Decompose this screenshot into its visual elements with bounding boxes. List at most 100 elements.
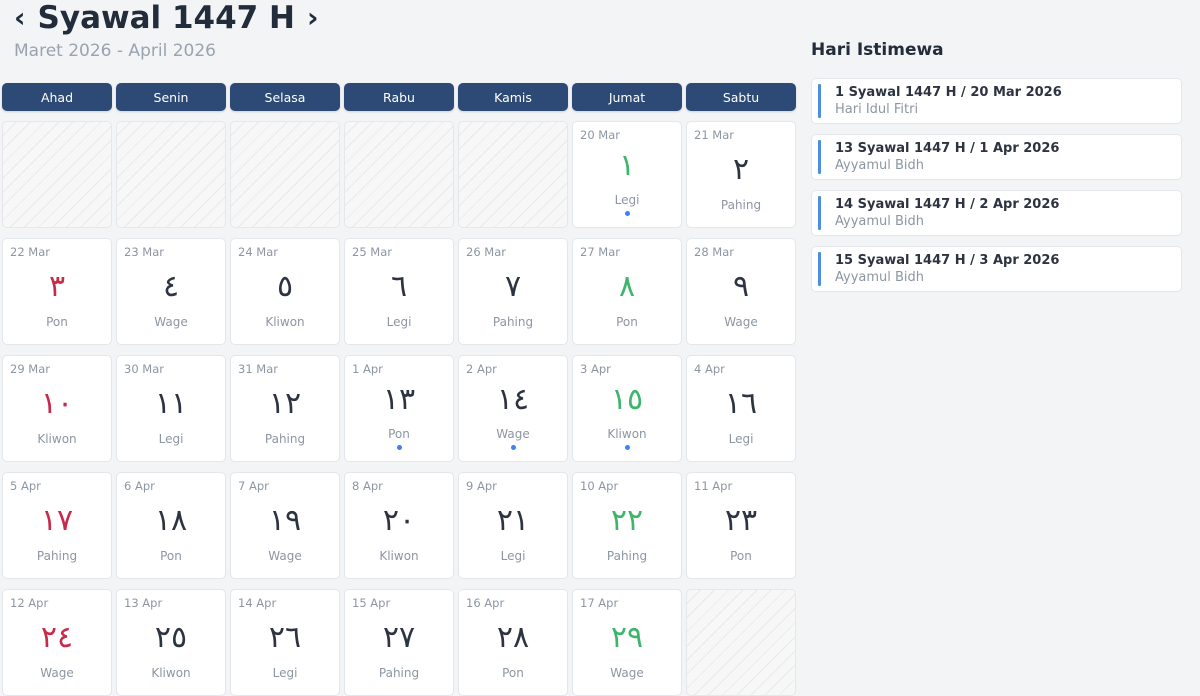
hijri-day-number: ١٧ — [40, 503, 74, 538]
hijri-day-number: ٦ — [390, 269, 408, 304]
day-cell[interactable]: 25 Mar ٦ Legi — [344, 238, 454, 345]
day-cell[interactable]: 27 Mar ٨ Pon — [572, 238, 682, 345]
day-cell[interactable]: 9 Apr ٢١ Legi — [458, 472, 568, 579]
pasaran-label: Pahing — [492, 315, 534, 329]
hijri-day-number: ٢٧ — [382, 620, 416, 655]
pasaran-label: Legi — [386, 315, 412, 329]
gregorian-date: 10 Apr — [580, 479, 619, 493]
hijri-day-number: ٢٢ — [610, 503, 644, 538]
special-day-name: Hari Idul Fitri — [835, 102, 919, 117]
day-cell[interactable]: 4 Apr ١٦ Legi — [686, 355, 796, 462]
gregorian-date: 23 Mar — [124, 245, 164, 259]
day-cell[interactable]: 29 Mar ١٠ Kliwon — [2, 355, 112, 462]
pasaran-label: Kliwon — [37, 432, 77, 446]
gregorian-date: 4 Apr — [694, 362, 725, 376]
accent-bar — [818, 252, 821, 286]
next-month-arrow-icon[interactable]: › — [307, 0, 319, 36]
pasaran-label: Legi — [500, 549, 526, 563]
gregorian-range: Maret 2026 - April 2026 — [14, 41, 216, 61]
day-cell[interactable]: 13 Apr ٢٥ Kliwon — [116, 589, 226, 696]
day-cell[interactable]: 31 Mar ١٢ Pahing — [230, 355, 340, 462]
hijri-day-number: ٢٤ — [40, 620, 74, 655]
special-day-item[interactable]: 1 Syawal 1447 H / 20 Mar 2026 Hari Idul F… — [811, 78, 1182, 124]
pasaran-label: Legi — [158, 432, 184, 446]
event-dot-icon — [510, 445, 516, 450]
prev-month-arrow-icon[interactable]: ‹ — [14, 0, 26, 36]
gregorian-date: 14 Apr — [238, 596, 277, 610]
special-days-title: Hari Istimewa — [811, 40, 944, 60]
special-day-item[interactable]: 15 Syawal 1447 H / 3 Apr 2026 Ayyamul Bid… — [811, 246, 1182, 292]
hijri-day-number: ٢٥ — [154, 620, 188, 655]
pasaran-label: Wage — [724, 315, 758, 329]
hijri-day-number: ٢٨ — [496, 620, 530, 655]
day-cell[interactable]: 3 Apr ١٥ Kliwon — [572, 355, 682, 462]
pasaran-label: Pahing — [264, 432, 306, 446]
pasaran-label: Wage — [40, 666, 74, 680]
day-cell[interactable]: 23 Mar ٤ Wage — [116, 238, 226, 345]
calendar-header: ‹ Syawal 1447 H › Maret 2026 - April 202… — [14, 0, 319, 61]
event-dot-icon — [396, 445, 402, 450]
gregorian-date: 13 Apr — [124, 596, 163, 610]
weekday-header: Jumat — [572, 83, 682, 111]
day-cell[interactable]: 16 Apr ٢٨ Pon — [458, 589, 568, 696]
gregorian-date: 28 Mar — [694, 245, 734, 259]
gregorian-date: 8 Apr — [352, 479, 383, 493]
empty-day-cell — [230, 121, 340, 228]
calendar-grid: 20 Mar ١ Legi 21 Mar ٢ Pahing 22 Mar ٣ Pon 23 Mar… — [2, 121, 796, 696]
hijri-day-number: ٢١ — [496, 503, 530, 538]
pasaran-label: Pahing — [720, 198, 762, 212]
hijri-day-number: ١٤ — [496, 382, 530, 417]
hijri-day-number: ٢٦ — [268, 620, 302, 655]
day-cell[interactable]: 22 Mar ٣ Pon — [2, 238, 112, 345]
day-cell[interactable]: 20 Mar ١ Legi — [572, 121, 682, 228]
day-cell[interactable]: 14 Apr ٢٦ Legi — [230, 589, 340, 696]
hijri-day-number: ١٥ — [610, 382, 644, 417]
pasaran-label: Wage — [154, 315, 188, 329]
accent-bar — [818, 84, 821, 118]
gregorian-date: 21 Mar — [694, 128, 734, 142]
pasaran-label: Legi — [272, 666, 298, 680]
day-cell[interactable]: 30 Mar ١١ Legi — [116, 355, 226, 462]
gregorian-date: 12 Apr — [10, 596, 49, 610]
gregorian-date: 26 Mar — [466, 245, 506, 259]
accent-bar — [818, 140, 821, 174]
gregorian-date: 9 Apr — [466, 479, 497, 493]
pasaran-label: Kliwon — [607, 427, 647, 441]
weekday-header: Rabu — [344, 83, 454, 111]
day-cell[interactable]: 6 Apr ١٨ Pon — [116, 472, 226, 579]
day-cell[interactable]: 17 Apr ٢٩ Wage — [572, 589, 682, 696]
day-cell[interactable]: 7 Apr ١٩ Wage — [230, 472, 340, 579]
day-cell[interactable]: 28 Mar ٩ Wage — [686, 238, 796, 345]
special-day-item[interactable]: 13 Syawal 1447 H / 1 Apr 2026 Ayyamul Bid… — [811, 134, 1182, 180]
empty-day-cell — [116, 121, 226, 228]
day-cell[interactable]: 24 Mar ٥ Kliwon — [230, 238, 340, 345]
gregorian-date: 16 Apr — [466, 596, 505, 610]
day-cell[interactable]: 5 Apr ١٧ Pahing — [2, 472, 112, 579]
gregorian-date: 15 Apr — [352, 596, 391, 610]
day-cell[interactable]: 21 Mar ٢ Pahing — [686, 121, 796, 228]
hijri-day-number: ٢٠ — [382, 503, 416, 538]
day-cell[interactable]: 26 Mar ٧ Pahing — [458, 238, 568, 345]
special-days-panel: Hari Istimewa 1 Syawal 1447 H / 20 Mar 2… — [811, 40, 1182, 302]
day-cell[interactable]: 1 Apr ١٣ Pon — [344, 355, 454, 462]
pasaran-label: Wage — [268, 549, 302, 563]
gregorian-date: 5 Apr — [10, 479, 41, 493]
pasaran-label: Pahing — [36, 549, 78, 563]
empty-day-cell — [2, 121, 112, 228]
day-cell[interactable]: 11 Apr ٢٣ Pon — [686, 472, 796, 579]
pasaran-label: Pahing — [606, 549, 648, 563]
gregorian-date: 2 Apr — [466, 362, 497, 376]
gregorian-date: 11 Apr — [694, 479, 733, 493]
day-cell[interactable]: 12 Apr ٢٤ Wage — [2, 589, 112, 696]
day-cell[interactable]: 2 Apr ١٤ Wage — [458, 355, 568, 462]
pasaran-label: Wage — [610, 666, 644, 680]
weekday-header: Selasa — [230, 83, 340, 111]
special-day-name: Ayyamul Bidh — [835, 270, 925, 285]
day-cell[interactable]: 15 Apr ٢٧ Pahing — [344, 589, 454, 696]
special-day-item[interactable]: 14 Syawal 1447 H / 2 Apr 2026 Ayyamul Bid… — [811, 190, 1182, 236]
day-cell[interactable]: 10 Apr ٢٢ Pahing — [572, 472, 682, 579]
day-cell[interactable]: 8 Apr ٢٠ Kliwon — [344, 472, 454, 579]
hijri-day-number: ٩ — [732, 269, 750, 304]
weekday-header: Ahad — [2, 83, 112, 111]
hijri-day-number: ٧ — [504, 269, 522, 304]
